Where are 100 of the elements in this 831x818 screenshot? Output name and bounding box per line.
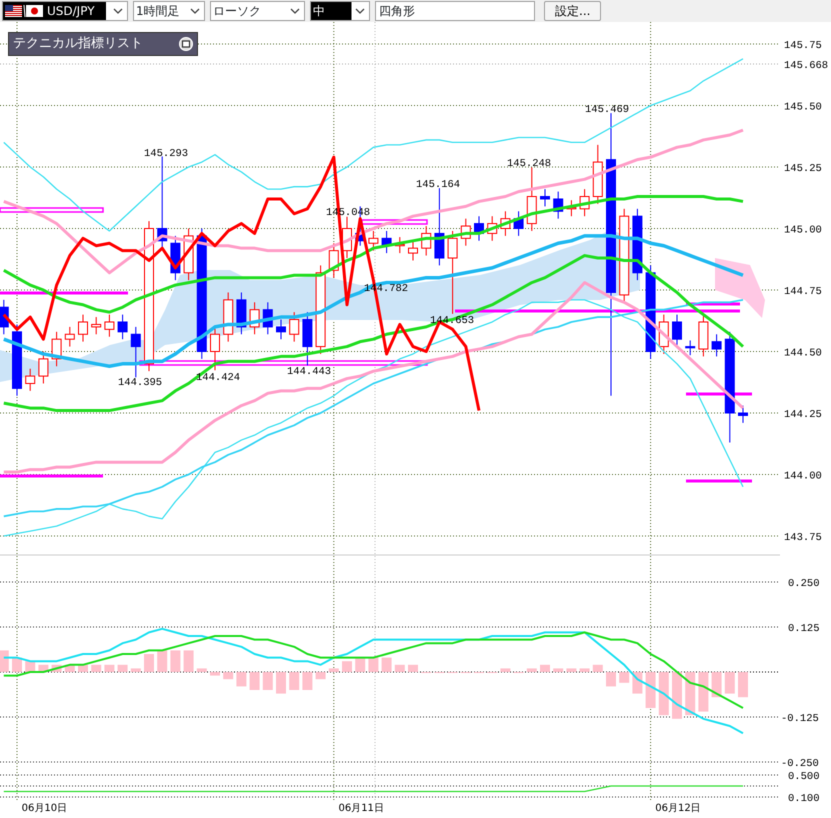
price-label: 144.424 [196, 372, 240, 384]
settings-button[interactable]: 設定... [544, 1, 602, 21]
histogram-bar [184, 650, 194, 672]
candle [276, 319, 286, 340]
histogram-bar [276, 672, 286, 694]
histogram-bar [368, 658, 378, 672]
histogram-bar [262, 672, 273, 690]
candle [474, 216, 484, 242]
candle [394, 236, 405, 254]
candle [223, 292, 234, 342]
candle [0, 299, 9, 335]
histogram-bar [580, 668, 590, 672]
histogram-bar [91, 664, 102, 672]
level-line [686, 392, 752, 396]
price-label: 145.293 [144, 148, 188, 160]
histogram-bar [250, 672, 260, 690]
candle [540, 188, 550, 207]
axis-label: 143.75 [784, 532, 822, 544]
timeframe-select[interactable]: 1時間足 [133, 1, 205, 21]
candle [262, 302, 273, 335]
histogram-bar [658, 672, 669, 716]
candle [592, 144, 603, 204]
candle [672, 314, 682, 348]
select-value: USD/JPY [47, 3, 95, 20]
histogram-bar [144, 654, 154, 672]
candle [658, 314, 669, 354]
histogram-bar [316, 672, 326, 680]
histogram-bar [646, 672, 656, 708]
current-price-label: 145.668 [784, 60, 828, 72]
axis-label: 0.125 [788, 623, 820, 635]
axis-label: 145.25 [784, 163, 822, 175]
cloud-area [715, 258, 765, 318]
histogram-bar [342, 661, 352, 672]
histogram-bar [157, 650, 168, 672]
candle [500, 210, 510, 236]
axis-label: 145.50 [784, 102, 822, 114]
candle [382, 230, 392, 254]
candle [328, 242, 339, 278]
histogram-bar [553, 668, 564, 672]
candle [712, 334, 722, 357]
histogram-bar [223, 672, 234, 680]
candle [685, 340, 696, 356]
date-label: 06月12日 [655, 803, 701, 814]
candle [289, 312, 300, 342]
candle [236, 292, 246, 335]
histogram-bar [289, 672, 300, 690]
indicator-list-panel[interactable]: テクニカル指標リスト [8, 32, 198, 56]
candle [553, 191, 564, 220]
histogram-bar [724, 672, 735, 694]
histogram-bar [712, 672, 722, 698]
histogram-bar [566, 668, 576, 672]
axis-label: 0.500 [788, 771, 820, 783]
panel-title: テクニカル指標リスト [13, 35, 143, 54]
candle [64, 326, 75, 348]
line-width-select[interactable]: 中 [310, 1, 370, 21]
candle [698, 314, 708, 357]
histogram-bar [592, 664, 603, 672]
candle [408, 240, 418, 261]
histogram-bar [685, 672, 696, 716]
level-line [686, 480, 752, 482]
candle [170, 235, 180, 281]
histogram-bar [619, 672, 630, 683]
histogram-bar [355, 658, 366, 672]
candle [184, 228, 194, 281]
candle [580, 188, 590, 217]
axis-label: 145.00 [784, 224, 822, 236]
axis-label: 144.75 [784, 286, 822, 298]
price-label: 145.469 [585, 104, 630, 116]
candle [250, 302, 260, 335]
axis-label: 0.250 [788, 578, 820, 590]
drawing-tool-field[interactable]: 四角形 [375, 1, 535, 21]
histogram-bar [698, 672, 708, 712]
histogram-bar [118, 664, 128, 672]
axis-label: 0.100 [788, 793, 820, 805]
histogram-bar [738, 672, 748, 698]
price-label: 144.395 [118, 377, 162, 389]
chart-style-select[interactable]: ローソク [210, 1, 305, 21]
axis-label: -0.250 [781, 758, 819, 770]
candle [514, 210, 524, 236]
candle [487, 216, 498, 242]
candle [91, 316, 102, 335]
candle [566, 200, 576, 217]
histogram-bar [394, 664, 405, 672]
axis-label: 144.50 [784, 348, 822, 360]
candle [421, 226, 432, 256]
candle [526, 167, 537, 232]
axis-label: 144.00 [784, 470, 822, 482]
histogram-bar [12, 658, 22, 672]
histogram-bar [540, 664, 550, 672]
candle [460, 218, 471, 246]
axis-label: 145.75 [784, 40, 822, 52]
flags-icon [5, 4, 43, 18]
axis-label: 144.25 [784, 409, 822, 421]
histogram-bar [408, 664, 418, 672]
histogram-bar [302, 672, 312, 690]
symbol-select[interactable]: USD/JPY [2, 1, 128, 21]
candle [52, 331, 62, 367]
window-icon[interactable] [179, 37, 193, 51]
candle [738, 405, 748, 424]
select-value: 中 [313, 3, 325, 20]
